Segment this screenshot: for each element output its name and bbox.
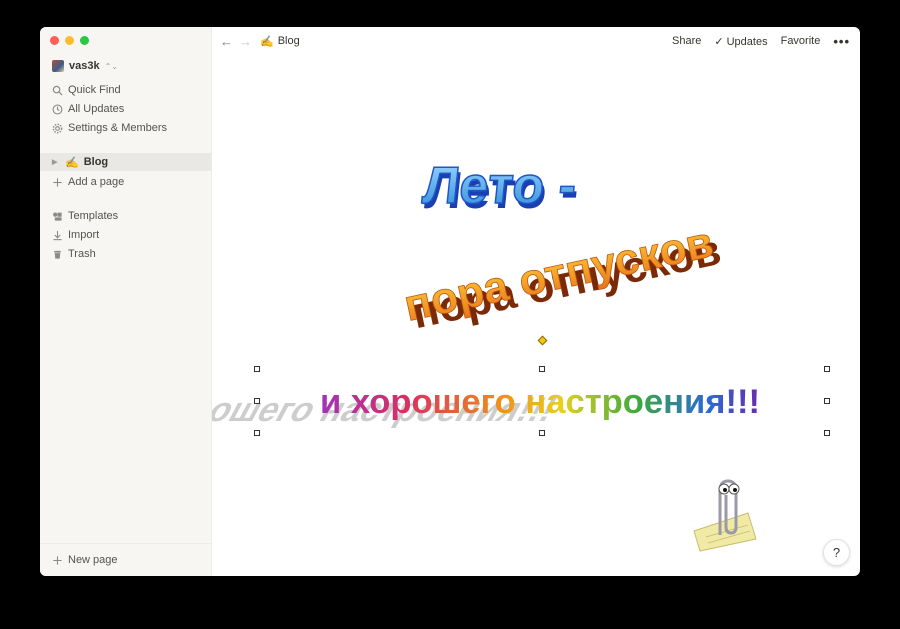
clippy-paperclip-icon[interactable]: [693, 479, 757, 552]
close-window-button[interactable]: [50, 36, 59, 45]
window-controls: [50, 36, 89, 45]
selection-handle[interactable]: [254, 366, 260, 372]
sidebar-item-quick-find[interactable]: Quick Find: [52, 81, 121, 99]
expand-triangle-icon[interactable]: ▶: [52, 158, 60, 166]
workspace-switcher[interactable]: vas3k ⌃⌄: [52, 60, 118, 72]
add-page-label: Add a page: [68, 176, 125, 188]
app-window: vas3k ⌃⌄ Quick Find All Updates Settings…: [40, 27, 860, 576]
sidebar-item-import[interactable]: Import: [52, 226, 99, 244]
minimize-window-button[interactable]: [65, 36, 74, 45]
plus-icon: [53, 177, 62, 187]
forward-arrow-icon[interactable]: →: [239, 34, 252, 49]
trash-icon: [54, 250, 61, 259]
page-emoji-icon: ✍️: [260, 35, 274, 48]
search-icon: [52, 85, 63, 96]
topbar: ← → ✍️ Blog Share ✓ Updates Favorite •••: [212, 27, 860, 55]
check-icon: ✓: [714, 35, 724, 48]
top-actions: Share ✓ Updates Favorite •••: [672, 34, 850, 49]
selection-handle[interactable]: [539, 430, 545, 436]
selection-handle[interactable]: [824, 430, 830, 436]
sidebar: vas3k ⌃⌄ Quick Find All Updates Settings…: [40, 27, 212, 576]
sidebar-item-templates[interactable]: Templates: [52, 207, 118, 225]
import-icon: [53, 230, 62, 240]
workspace-avatar: [52, 60, 64, 72]
wordart-line3: и хорошего настроения!!!: [320, 383, 760, 421]
sidebar-item-label: Templates: [68, 210, 119, 222]
selection-handle[interactable]: [254, 430, 260, 436]
clock-icon: [52, 104, 63, 114]
share-button[interactable]: Share: [672, 35, 701, 47]
page-content: Лето - Лето - пора отпусков пора отпуско…: [212, 55, 860, 576]
selection-handle[interactable]: [254, 398, 260, 404]
sidebar-item-blog[interactable]: ▶ ✍️ Blog: [40, 153, 211, 171]
new-page-label: New page: [68, 554, 118, 566]
sidebar-footer: New page: [40, 543, 211, 576]
sidebar-item-label: Quick Find: [68, 84, 121, 96]
templates-icon: [53, 212, 62, 221]
sidebar-item-trash[interactable]: Trash: [52, 245, 96, 263]
add-page-button[interactable]: Add a page: [52, 173, 124, 191]
page-emoji-icon: ✍️: [65, 156, 79, 169]
sidebar-item-label: All Updates: [68, 103, 125, 115]
wordart-line1: Лето -: [420, 157, 579, 215]
selection-handle[interactable]: [824, 398, 830, 404]
sidebar-item-label: Import: [68, 229, 100, 241]
favorite-button[interactable]: Favorite: [781, 35, 821, 47]
sidebar-item-label: Settings & Members: [68, 122, 168, 134]
breadcrumb-label: Blog: [277, 35, 300, 47]
sidebar-item-label: Blog: [83, 156, 109, 168]
help-button[interactable]: ?: [823, 539, 850, 566]
plus-icon: [53, 555, 62, 565]
updates-label: Updates: [726, 35, 768, 48]
wordart-line2: пора отпусков: [400, 218, 717, 331]
updates-button[interactable]: ✓ Updates: [714, 35, 767, 48]
sidebar-item-settings[interactable]: Settings & Members: [52, 119, 167, 137]
sidebar-item-all-updates[interactable]: All Updates: [52, 100, 124, 118]
sidebar-item-label: Trash: [68, 248, 96, 260]
new-page-button[interactable]: New page: [52, 551, 118, 569]
more-options-icon[interactable]: •••: [833, 34, 850, 49]
workspace-name: vas3k: [69, 60, 100, 72]
breadcrumb[interactable]: ✍️ Blog: [260, 35, 300, 48]
chevron-updown-icon: ⌃⌄: [104, 61, 118, 71]
zoom-window-button[interactable]: [80, 36, 89, 45]
gear-icon: [52, 123, 63, 133]
selection-handle[interactable]: [824, 366, 830, 372]
selection-handle[interactable]: [539, 366, 545, 372]
wordart-canvas: Лето - Лето - пора отпусков пора отпуско…: [212, 156, 760, 552]
back-arrow-icon[interactable]: ←: [220, 34, 233, 49]
